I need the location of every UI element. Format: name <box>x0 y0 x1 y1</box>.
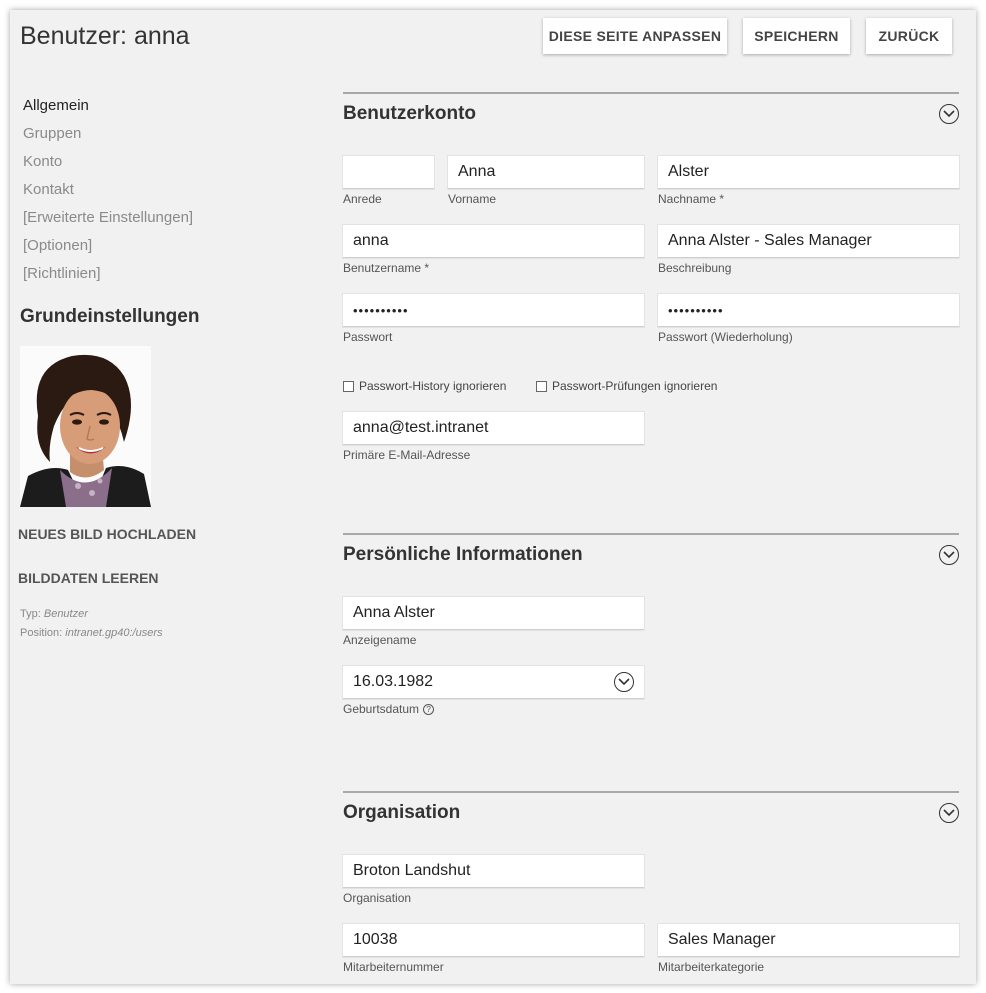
ignore-checks-option: Passwort-Prüfungen ignorieren <box>536 379 717 393</box>
customize-page-button[interactable]: Diese Seite anpassen <box>543 18 727 54</box>
employee-number-label: Mitarbeiternummer <box>343 960 444 974</box>
birthdate-label: Geburtsdatum? <box>343 702 644 716</box>
page-title: Benutzer: anna <box>20 22 190 50</box>
user-editor-window: Benutzer: anna Diese Seite anpassen Spei… <box>10 10 976 984</box>
last-name-input[interactable] <box>658 156 959 189</box>
password-repeat-field: Passwort (Wiederholung) <box>658 294 959 344</box>
birthdate-field: Geburtsdatum? <box>343 666 644 716</box>
question-circle-icon[interactable]: ? <box>423 704 435 716</box>
sidebar-item-kontakt[interactable]: Kontakt <box>23 180 193 208</box>
ignore-checks-label: Passwort-Prüfungen ignorieren <box>552 379 718 393</box>
salutation-field: Anrede <box>343 156 434 206</box>
username-label: Benutzername * <box>343 261 430 275</box>
first-name-label: Vorname <box>448 192 497 206</box>
organisation-input[interactable] <box>343 855 644 888</box>
basic-settings-heading: Grundeinstellungen <box>20 306 200 327</box>
employee-number-field: Mitarbeiternummer <box>343 924 644 974</box>
first-name-input[interactable] <box>448 156 644 189</box>
ignore-history-label: Passwort-History ignorieren <box>359 379 507 393</box>
sidebar-item-richtlinien[interactable]: [Richtlinien] <box>23 264 193 292</box>
sidebar-item-allgemein[interactable]: Allgemein <box>23 96 193 124</box>
username-input[interactable] <box>343 225 644 258</box>
avatar <box>20 346 151 507</box>
email-field: Primäre E-Mail-Adresse <box>343 412 644 462</box>
ignore-history-checkbox[interactable] <box>343 380 354 392</box>
ignore-history-option: Passwort-History ignorieren <box>343 379 506 393</box>
employee-category-input[interactable] <box>658 924 959 957</box>
password-input[interactable] <box>343 294 644 327</box>
account-section-title: Benutzerkonto <box>343 103 476 124</box>
chevron-down-circle-icon[interactable] <box>939 545 959 565</box>
date-picker-icon[interactable] <box>614 672 634 692</box>
description-input[interactable] <box>658 225 959 258</box>
object-type-label: Typ: <box>20 608 41 620</box>
object-position-label: Position: <box>20 627 63 639</box>
last-name-label: Nachname * <box>658 192 725 206</box>
birthdate-input[interactable] <box>343 666 644 699</box>
sidebar-item-optionen[interactable]: [Optionen] <box>23 236 193 264</box>
email-input[interactable] <box>343 412 644 445</box>
organisation-section: Organisation Organisation Mitarbeiternum… <box>343 791 959 984</box>
personal-section-title: Persönliche Informationen <box>343 544 583 565</box>
organisation-field: Organisation <box>343 855 644 905</box>
sidebar-item-gruppen[interactable]: Gruppen <box>23 124 193 152</box>
employee-category-field: Mitarbeiterkategorie <box>658 924 959 974</box>
object-type-value: Benutzer <box>43 608 88 620</box>
object-position-value: intranet.gp40:/users <box>65 627 163 639</box>
last-name-field: Nachname * <box>658 156 959 206</box>
display-name-input[interactable] <box>343 597 644 630</box>
sidebar-item-konto[interactable]: Konto <box>23 152 193 180</box>
email-label: Primäre E-Mail-Adresse <box>343 448 471 462</box>
description-label: Beschreibung <box>658 261 732 275</box>
birthdate-label-text: Geburtsdatum <box>343 702 420 716</box>
personal-section: Persönliche Informationen Anzeigename Ge… <box>343 533 959 763</box>
upload-image-link[interactable]: Neues Bild hochladen <box>18 526 196 542</box>
sidebar-nav: Allgemein Gruppen Konto Kontakt [Erweite… <box>23 96 193 292</box>
object-position: Position: intranet.gp40:/users <box>20 627 163 639</box>
password-repeat-input[interactable] <box>658 294 959 327</box>
save-button[interactable]: Speichern <box>743 18 850 54</box>
clear-image-link[interactable]: Bilddaten leeren <box>18 570 159 586</box>
salutation-label: Anrede <box>343 192 382 206</box>
object-type: Typ: Benutzer <box>20 608 88 620</box>
password-label: Passwort <box>343 330 393 344</box>
display-name-label: Anzeigename <box>343 633 417 647</box>
organisation-section-title: Organisation <box>343 802 461 823</box>
sidebar-item-erweiterte-einstellungen[interactable]: [Erweiterte Einstellungen] <box>23 208 193 236</box>
display-name-field: Anzeigename <box>343 597 644 647</box>
employee-number-input[interactable] <box>343 924 644 957</box>
ignore-checks-checkbox[interactable] <box>536 380 547 392</box>
account-section: Benutzerkonto Anrede Vorname Nachname * … <box>343 92 959 512</box>
password-field: Passwort <box>343 294 644 344</box>
username-field: Benutzername * <box>343 225 644 275</box>
chevron-down-circle-icon[interactable] <box>939 803 959 823</box>
description-field: Beschreibung <box>658 225 959 275</box>
chevron-down-circle-icon[interactable] <box>939 104 959 124</box>
password-repeat-label: Passwort (Wiederholung) <box>658 330 793 344</box>
salutation-input[interactable] <box>343 156 434 189</box>
first-name-field: Vorname <box>448 156 644 206</box>
organisation-label: Organisation <box>343 891 412 905</box>
employee-category-label: Mitarbeiterkategorie <box>658 960 765 974</box>
back-button[interactable]: Zurück <box>866 18 952 54</box>
